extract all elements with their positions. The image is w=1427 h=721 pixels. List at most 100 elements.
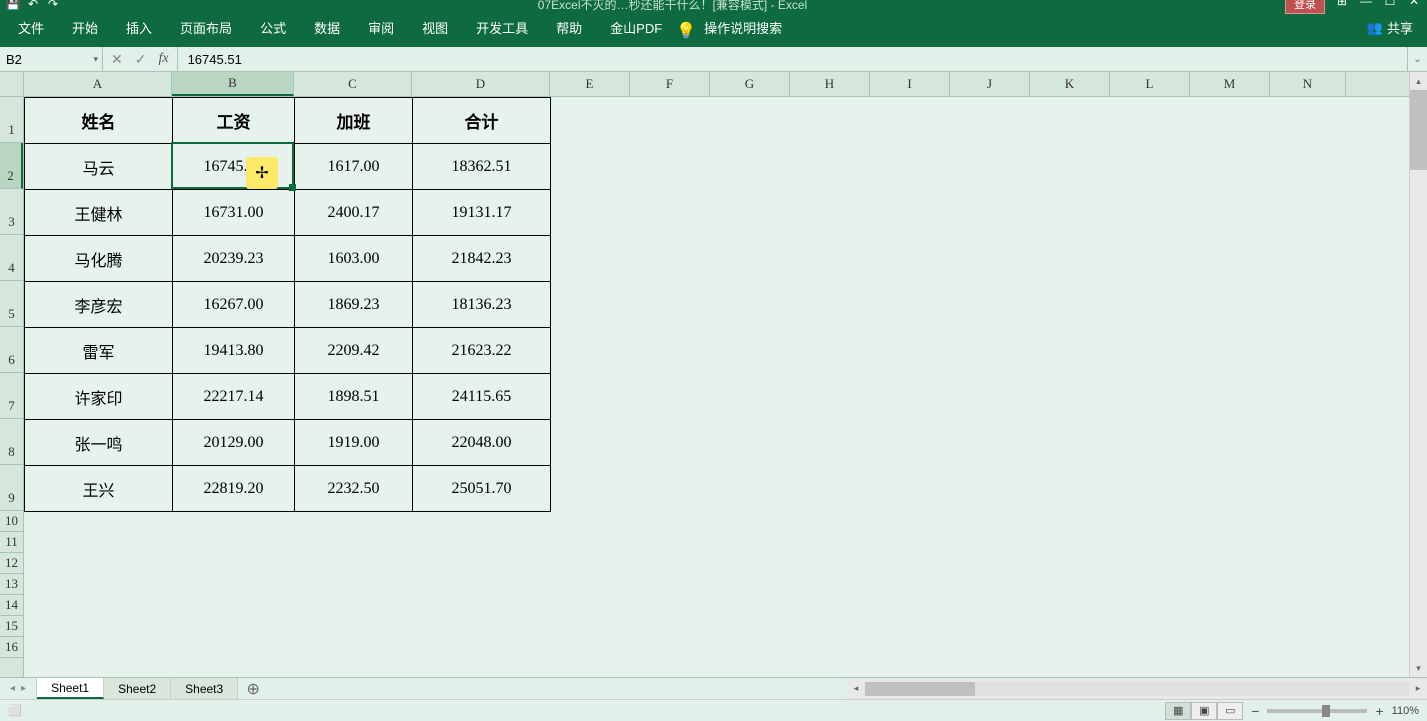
column-header-L[interactable]: L [1110, 72, 1190, 96]
ribbon-tab-开发工具[interactable]: 开发工具 [462, 10, 542, 45]
ribbon-tab-审阅[interactable]: 审阅 [354, 10, 408, 45]
table-cell[interactable]: 张一鸣 [24, 419, 173, 466]
table-cell[interactable]: 1898.51 [294, 373, 413, 420]
chevron-down-icon[interactable]: ▾ [93, 54, 98, 65]
table-cell[interactable]: 1603.00 [294, 235, 413, 282]
formula-input[interactable] [178, 47, 1407, 71]
table-cell[interactable]: 16731.00 [172, 189, 295, 236]
fx-icon[interactable]: fx [158, 51, 168, 67]
scroll-up-icon[interactable]: ▴ [1410, 72, 1427, 90]
maximize-icon[interactable]: ☐ [1383, 0, 1397, 8]
table-cell[interactable]: 19131.17 [412, 189, 551, 236]
table-cell[interactable]: 24115.65 [412, 373, 551, 420]
horizontal-scrollbar[interactable]: ◂ ▸ [847, 678, 1427, 699]
table-cell[interactable]: 22217.14 [172, 373, 295, 420]
column-header-A[interactable]: A [24, 72, 172, 96]
vscroll-thumb[interactable] [1410, 90, 1427, 170]
table-cell[interactable]: 1617.00 [294, 143, 413, 190]
column-header-K[interactable]: K [1030, 72, 1110, 96]
table-header-cell[interactable]: 工资 [172, 97, 295, 144]
minimize-icon[interactable]: — [1359, 0, 1373, 8]
table-cell[interactable]: 2232.50 [294, 465, 413, 512]
table-cell[interactable]: 25051.70 [412, 465, 551, 512]
login-button[interactable]: 登录 [1285, 0, 1325, 14]
column-header-M[interactable]: M [1190, 72, 1270, 96]
table-cell[interactable]: 王健林 [24, 189, 173, 236]
scroll-down-icon[interactable]: ▾ [1410, 659, 1427, 677]
row-header-3[interactable]: 3 [0, 189, 23, 235]
cells-area[interactable]: 姓名工资加班合计马云16745.511617.0018362.51王健林1673… [24, 97, 1409, 677]
column-header-H[interactable]: H [790, 72, 870, 96]
column-header-B[interactable]: B [172, 72, 294, 96]
row-header-4[interactable]: 4 [0, 235, 23, 281]
ribbon-tab-金山PDF[interactable]: 金山PDF [596, 10, 676, 45]
table-cell[interactable]: 雷军 [24, 327, 173, 374]
row-header-8[interactable]: 8 [0, 419, 23, 465]
row-header-5[interactable]: 5 [0, 281, 23, 327]
row-header-1[interactable]: 1 [0, 97, 23, 143]
ribbon-tab-数据[interactable]: 数据 [300, 10, 354, 45]
page-break-view-button[interactable]: ▭ [1217, 702, 1243, 720]
table-cell[interactable]: 21842.23 [412, 235, 551, 282]
row-header-7[interactable]: 7 [0, 373, 23, 419]
sheet-tab-Sheet1[interactable]: Sheet1 [37, 678, 104, 699]
table-cell[interactable]: 19413.80 [172, 327, 295, 374]
macro-record-icon[interactable]: ⬜ [8, 704, 22, 717]
table-cell[interactable]: 李彦宏 [24, 281, 173, 328]
column-header-E[interactable]: E [550, 72, 630, 96]
cancel-icon[interactable]: ✕ [111, 51, 123, 68]
table-header-cell[interactable]: 合计 [412, 97, 551, 144]
table-cell[interactable]: 马化腾 [24, 235, 173, 282]
add-sheet-button[interactable]: ⊕ [238, 678, 268, 699]
sheet-tab-Sheet3[interactable]: Sheet3 [171, 678, 238, 699]
sheet-nav-next-icon[interactable]: ▸ [21, 683, 26, 694]
sheet-tab-Sheet2[interactable]: Sheet2 [104, 678, 171, 699]
table-cell[interactable]: 22048.00 [412, 419, 551, 466]
row-header-14[interactable]: 14 [0, 595, 23, 616]
zoom-out-button[interactable]: − [1251, 703, 1259, 719]
ribbon-tab-文件[interactable]: 文件 [4, 10, 58, 45]
row-header-16[interactable]: 16 [0, 637, 23, 658]
table-cell[interactable]: 2400.17 [294, 189, 413, 236]
zoom-level[interactable]: 110% [1392, 705, 1419, 717]
name-box-wrap[interactable]: ▾ [0, 47, 103, 71]
row-header-13[interactable]: 13 [0, 574, 23, 595]
name-box[interactable] [0, 52, 102, 67]
vertical-scrollbar[interactable]: ▴ ▾ [1409, 72, 1427, 677]
table-cell[interactable]: 王兴 [24, 465, 173, 512]
row-header-10[interactable]: 10 [0, 511, 23, 532]
scroll-right-icon[interactable]: ▸ [1409, 683, 1427, 694]
table-header-cell[interactable]: 加班 [294, 97, 413, 144]
column-header-C[interactable]: C [294, 72, 412, 96]
column-header-G[interactable]: G [710, 72, 790, 96]
row-header-6[interactable]: 6 [0, 327, 23, 373]
column-header-N[interactable]: N [1270, 72, 1346, 96]
page-layout-view-button[interactable]: ▣ [1191, 702, 1217, 720]
table-cell[interactable]: 2209.42 [294, 327, 413, 374]
table-cell[interactable]: 16745.51 [172, 143, 295, 190]
share-button[interactable]: 👥 共享 [1357, 18, 1423, 37]
table-cell[interactable]: 21623.22 [412, 327, 551, 374]
ribbon-options-icon[interactable]: ⊞ [1335, 0, 1349, 8]
ribbon-tab-帮助[interactable]: 帮助 [542, 10, 596, 45]
table-cell[interactable]: 16267.00 [172, 281, 295, 328]
ribbon-tab-公式[interactable]: 公式 [246, 10, 300, 45]
hscroll-thumb[interactable] [865, 682, 975, 696]
ribbon-tab-开始[interactable]: 开始 [58, 10, 112, 45]
table-cell[interactable]: 1869.23 [294, 281, 413, 328]
table-cell[interactable]: 许家印 [24, 373, 173, 420]
table-cell[interactable]: 20129.00 [172, 419, 295, 466]
scroll-left-icon[interactable]: ◂ [847, 683, 865, 694]
table-cell[interactable]: 马云 [24, 143, 173, 190]
column-header-I[interactable]: I [870, 72, 950, 96]
enter-icon[interactable]: ✓ [135, 51, 147, 68]
table-cell[interactable]: 18136.23 [412, 281, 551, 328]
zoom-in-button[interactable]: + [1375, 703, 1383, 719]
column-header-J[interactable]: J [950, 72, 1030, 96]
expand-formula-icon[interactable]: ⌄ [1407, 47, 1427, 71]
sheet-nav-prev-icon[interactable]: ◂ [10, 683, 15, 694]
row-header-2[interactable]: 2 [0, 143, 23, 189]
row-header-9[interactable]: 9 [0, 465, 23, 511]
table-cell[interactable]: 22819.20 [172, 465, 295, 512]
close-icon[interactable]: ✕ [1407, 0, 1421, 8]
